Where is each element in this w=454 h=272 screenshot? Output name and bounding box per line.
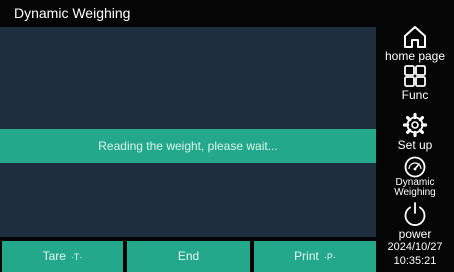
status-message: Reading the weight, please wait... <box>0 129 376 163</box>
nav-dynamic-weighing[interactable]: Dynamic Weighing <box>376 156 454 198</box>
weight-display-panel: Reading the weight, please wait... <box>0 27 376 237</box>
weighing-screen: Dynamic Weighing Reading the weight, ple… <box>0 0 454 272</box>
nav-home-page-label: home page <box>384 49 446 63</box>
nav-home-page[interactable]: home page <box>376 25 454 63</box>
end-button[interactable]: End <box>127 241 250 272</box>
side-navigation: home page Func Set up Dynamic Weighing p… <box>376 0 454 272</box>
grid-icon <box>404 65 426 87</box>
print-softkey-hint: ·P· <box>323 252 336 262</box>
time-display: 10:35:21 <box>393 255 437 267</box>
end-button-label: End <box>177 249 200 263</box>
tare-softkey-hint: ·T· <box>70 252 83 262</box>
nav-power-label: power <box>398 227 432 241</box>
gear-icon <box>402 112 428 138</box>
softkey-bar: Tare ·T· End Print ·P· <box>0 241 376 272</box>
print-button[interactable]: Print ·P· <box>254 241 376 272</box>
nav-set-up[interactable]: Set up <box>376 112 454 152</box>
home-icon <box>404 26 426 48</box>
print-button-label: Print <box>294 249 319 263</box>
tare-button-label: Tare <box>42 249 66 263</box>
date-time-display: 2024/10/27 10:35:21 <box>376 240 454 268</box>
nav-func[interactable]: Func <box>376 64 454 102</box>
date-display: 2024/10/27 <box>387 241 443 253</box>
nav-dynamic-label-line2: Weighing <box>394 187 436 198</box>
window-title: Dynamic Weighing <box>0 0 376 27</box>
tare-button[interactable]: Tare ·T· <box>2 241 123 272</box>
nav-func-label: Func <box>401 88 429 102</box>
nav-set-up-label: Set up <box>397 138 433 152</box>
power-icon <box>404 202 426 226</box>
nav-dynamic-weighing-label: Dynamic Weighing <box>376 178 454 198</box>
nav-power[interactable]: power <box>376 201 454 241</box>
gauge-icon <box>404 156 426 178</box>
